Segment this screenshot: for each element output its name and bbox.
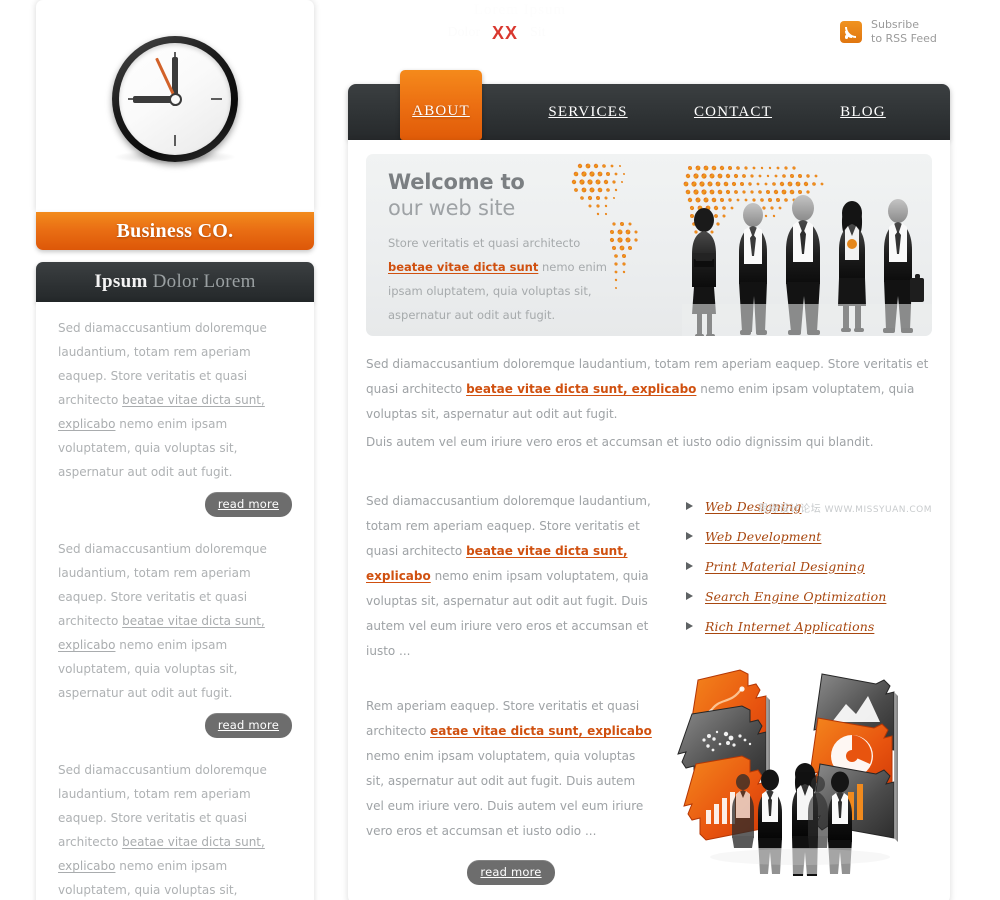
sidebar-readmore-row-1: read more (58, 492, 292, 517)
bottom-section-text: Rem aperiam eaquep. Store veritatis et q… (366, 694, 656, 844)
rss-label-line1: Subsribe (871, 18, 919, 31)
main-copy-paragraph-2: Duis autem vel eum iriure vero eros et a… (366, 435, 874, 449)
nav-item-contact[interactable]: CONTACT (678, 84, 788, 140)
header-ghost-right: Sit (530, 25, 546, 40)
services-list-container: Web Designing Web Development Print Mate… (686, 489, 932, 664)
puzzle-pieces-businesspeople-image (670, 652, 940, 880)
rss-icon (840, 21, 862, 43)
hero-link[interactable]: beatae vitae dicta sunt (388, 260, 538, 274)
bottom-section-text-column: Rem aperiam eaquep. Store veritatis et q… (366, 694, 656, 885)
brand-banner: Business CO. (36, 212, 314, 250)
page-root: Lorem Ipsum Dolor XX Sit Subsribe to RSS… (0, 0, 1000, 900)
triangle-right-icon (686, 592, 693, 600)
triangle-right-icon (686, 622, 693, 630)
hero-text-before: Store veritatis et quasi architecto (388, 236, 581, 250)
hero-heading-line2: our web site (388, 196, 516, 220)
sidebar-panel-title-light: Dolor Lorem (152, 271, 256, 292)
nav-item-services[interactable]: SERVICES (528, 84, 648, 140)
hero-paragraph: Store veritatis et quasi architecto beat… (388, 231, 618, 327)
two-column-section: Sed diamaccusantium doloremque laudantiu… (366, 489, 932, 664)
read-more-button[interactable]: read more (204, 492, 292, 517)
rss-label-line2: to RSS Feed (871, 32, 937, 45)
main-column: ABOUT SERVICES CONTACT BLOG Welcome to o… (348, 70, 950, 900)
main-navigation: ABOUT SERVICES CONTACT BLOG (348, 70, 950, 140)
bottom-section-image-column (674, 669, 932, 885)
triangle-right-icon (686, 562, 693, 570)
bottom-section-after: nemo enim ipsam voluptatem, quia volupta… (366, 749, 644, 838)
triangle-right-icon (686, 532, 693, 540)
watermark-cn: 思缘设计论坛 (758, 504, 822, 515)
bottom-section-link[interactable]: eatae vitae dicta sunt, explicabo (430, 724, 652, 738)
sidebar-block-2: Sed diamaccusantium doloremque laudantiu… (58, 537, 292, 705)
sidebar: Business CO. Ipsum Dolor Lorem Sed diama… (36, 0, 314, 900)
sidebar-panel-title-bold: Ipsum (94, 271, 148, 292)
hero-banner: Welcome to our web site Store veritatis … (366, 154, 932, 336)
sidebar-block-1-text: Sed diamaccusantium doloremque laudantiu… (58, 316, 292, 484)
sidebar-block-3-text: Sed diamaccusantium doloremque laudantiu… (58, 758, 292, 900)
main-copy: Sed diamaccusantium doloremque laudantiu… (366, 352, 932, 455)
brand-name: Business CO. (116, 219, 234, 242)
list-item[interactable]: Rich Internet Applications (686, 611, 932, 641)
service-link-rich-internet-applications[interactable]: Rich Internet Applications (705, 619, 874, 634)
hero-heading-line1: Welcome to (388, 170, 525, 194)
rss-label: Subsribe to RSS Feed (871, 18, 937, 46)
clock-icon (112, 36, 238, 162)
logo-card (36, 0, 314, 212)
bottom-section: Rem aperiam eaquep. Store veritatis et q… (366, 669, 932, 885)
sidebar-panel-body: Sed diamaccusantium doloremque laudantiu… (36, 302, 314, 900)
watermark-url: WWW.MISSYUAN.COM (824, 505, 932, 515)
service-link-search-engine-optimization[interactable]: Search Engine Optimization (705, 589, 886, 604)
main-copy-paragraph-1: Sed diamaccusantium doloremque laudantiu… (366, 352, 932, 427)
nav-item-blog[interactable]: BLOG (818, 84, 908, 140)
sidebar-block-3: Sed diamaccusantium doloremque laudantiu… (58, 758, 292, 900)
bottom-readmore-row: read more (366, 860, 656, 885)
nav-item-about[interactable]: ABOUT (400, 70, 482, 140)
hero-text: Welcome to our web site Store veritatis … (388, 170, 618, 327)
triangle-right-icon (686, 502, 693, 510)
sidebar-panel-header: Ipsum Dolor Lorem (36, 262, 314, 302)
read-more-button[interactable]: read more (204, 713, 292, 738)
read-more-button[interactable]: read more (467, 860, 555, 885)
service-link-web-development[interactable]: Web Development (705, 529, 821, 544)
watermark: 思缘设计论坛 WWW.MISSYUAN.COM (758, 500, 932, 515)
header-ghost-title: Lorem Ipsum (473, 2, 567, 18)
service-link-print-material-designing[interactable]: Print Material Designing (705, 559, 865, 574)
rss-subscribe-link[interactable]: Subsribe to RSS Feed (840, 18, 937, 46)
sidebar-block-1: Sed diamaccusantium doloremque laudantiu… (58, 316, 292, 484)
two-column-left-text: Sed diamaccusantium doloremque laudantiu… (366, 489, 652, 664)
list-item[interactable]: Search Engine Optimization (686, 581, 932, 611)
two-column-left: Sed diamaccusantium doloremque laudantiu… (366, 489, 652, 664)
sidebar-readmore-row-2: read more (58, 713, 292, 738)
content-panel: Welcome to our web site Store veritatis … (348, 140, 950, 900)
sidebar-block-2-text: Sed diamaccusantium doloremque laudantiu… (58, 537, 292, 705)
list-item[interactable]: Web Development (686, 521, 932, 551)
list-item[interactable]: Print Material Designing (686, 551, 932, 581)
main-copy-link[interactable]: beatae vitae dicta sunt, explicabo (466, 382, 696, 396)
